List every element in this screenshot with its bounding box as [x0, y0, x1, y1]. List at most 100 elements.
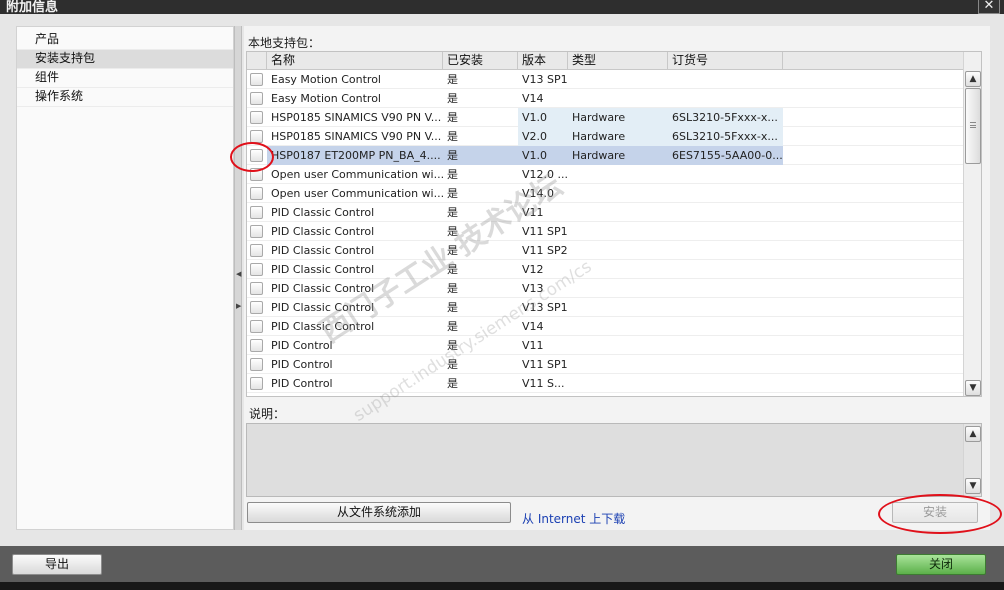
- scroll-down-icon[interactable]: ▼: [965, 380, 981, 396]
- cell-installed: 是: [447, 377, 458, 390]
- cell-installed: 是: [447, 168, 458, 181]
- table-row[interactable]: PID Classic Control 是 V13: [247, 279, 965, 298]
- install-button[interactable]: 安装: [892, 502, 978, 523]
- cell-name: HSP0185 SINAMICS V90 PN V...: [271, 111, 442, 124]
- table-row[interactable]: HSP0185 SINAMICS V90 PN V... 是 V2.0 Hardwar…: [247, 127, 965, 146]
- header-version[interactable]: 版本: [518, 52, 568, 70]
- package-checkbox[interactable]: [250, 282, 263, 295]
- package-checkbox[interactable]: [250, 263, 263, 276]
- nav-item-os[interactable]: 操作系统: [17, 87, 233, 106]
- package-checkbox[interactable]: [250, 168, 263, 181]
- header-order-number[interactable]: 订货号: [668, 52, 783, 70]
- package-checkbox[interactable]: [250, 244, 263, 257]
- cell-order: 6ES7155-5AA00-0...: [668, 146, 783, 165]
- cell-version: V11: [522, 339, 544, 352]
- header-name[interactable]: 名称: [267, 52, 443, 70]
- table-scrollbar[interactable]: ▲ ▼: [963, 52, 981, 396]
- table-row[interactable]: PID Classic Control 是 V11: [247, 203, 965, 222]
- local-packages-label: 本地支持包：: [248, 36, 321, 50]
- desc-scroll-down-icon[interactable]: ▼: [965, 478, 981, 494]
- collapse-left-icon[interactable]: ◀: [236, 270, 241, 278]
- cell-type: [568, 70, 668, 89]
- package-checkbox[interactable]: [250, 92, 263, 105]
- panel-splitter[interactable]: ◀ ▶: [234, 26, 242, 530]
- package-checkbox[interactable]: [250, 149, 263, 162]
- package-checkbox[interactable]: [250, 377, 263, 390]
- package-checkbox[interactable]: [250, 130, 263, 143]
- description-scrollbar[interactable]: ▲ ▼: [963, 424, 981, 496]
- description-box: ▲ ▼: [246, 423, 982, 497]
- cell-name: Open user Communication wi...: [271, 168, 443, 181]
- table-row[interactable]: PID Control 是 V11 SP1: [247, 355, 965, 374]
- packages-table: 名称 已安装 版本 类型 订货号 Easy Motion Control 是 V13…: [246, 51, 982, 397]
- package-checkbox[interactable]: [250, 320, 263, 333]
- bottom-strip: [0, 582, 1004, 590]
- cell-version: V14: [522, 320, 544, 333]
- window-title: 附加信息: [6, 0, 59, 15]
- package-checkbox[interactable]: [250, 301, 263, 314]
- table-row[interactable]: PID Classic Control 是 V12: [247, 260, 965, 279]
- cell-installed: 是: [447, 130, 458, 143]
- cell-installed: 是: [447, 111, 458, 124]
- cell-order: [668, 298, 783, 317]
- scroll-thumb[interactable]: [965, 88, 981, 164]
- cell-version: V14.0: [522, 187, 555, 200]
- package-checkbox[interactable]: [250, 187, 263, 200]
- package-checkbox[interactable]: [250, 111, 263, 124]
- table-row[interactable]: Easy Motion Control 是 V13 SP1: [247, 70, 965, 89]
- table-row[interactable]: PID Classic Control 是 V13 SP1: [247, 298, 965, 317]
- cell-version: V12: [522, 263, 544, 276]
- table-row[interactable]: Easy Motion Control 是 V14: [247, 89, 965, 108]
- package-checkbox[interactable]: [250, 225, 263, 238]
- cell-installed: 是: [443, 146, 518, 165]
- cell-installed: 是: [447, 244, 458, 257]
- expand-right-icon[interactable]: ▶: [236, 302, 241, 310]
- cell-type: [568, 355, 668, 374]
- cell-version: V11: [522, 206, 544, 219]
- cell-type: [568, 279, 668, 298]
- scroll-up-icon[interactable]: ▲: [965, 71, 981, 87]
- table-row[interactable]: PID Control 是 V11 S...: [247, 374, 965, 393]
- package-checkbox[interactable]: [250, 339, 263, 352]
- cell-order: [668, 279, 783, 298]
- cell-name: PID Classic Control: [271, 282, 375, 295]
- nav-item-components[interactable]: 组件: [17, 68, 233, 87]
- cell-type: [568, 241, 668, 260]
- cell-version: V14: [522, 92, 544, 105]
- header-type[interactable]: 类型: [568, 52, 668, 70]
- add-from-filesystem-button[interactable]: 从文件系统添加: [247, 502, 511, 523]
- desc-scroll-up-icon[interactable]: ▲: [965, 426, 981, 442]
- table-row[interactable]: HSP0187 ET200MP PN_BA_4.... 是 V1.0 Hardware…: [247, 146, 965, 165]
- table-row[interactable]: PID Control 是 V11: [247, 336, 965, 355]
- cell-version: V11 S...: [522, 377, 565, 390]
- cell-type: [568, 165, 668, 184]
- cell-type: [568, 336, 668, 355]
- table-row[interactable]: Open user Communication wi... 是 V12.0 ...: [247, 165, 965, 184]
- table-row[interactable]: PID Classic Control 是 V11 SP1: [247, 222, 965, 241]
- table-row[interactable]: HSP0185 SINAMICS V90 PN V... 是 V1.0 Hardwar…: [247, 108, 965, 127]
- table-row[interactable]: PID Classic Control 是 V14: [247, 317, 965, 336]
- close-button[interactable]: 关闭: [896, 554, 986, 575]
- package-checkbox[interactable]: [250, 73, 263, 86]
- download-from-internet-link[interactable]: 从 Internet 上下载: [522, 510, 625, 527]
- cell-name: PID Control: [271, 339, 333, 352]
- table-row[interactable]: PID Classic Control 是 V11 SP2: [247, 241, 965, 260]
- nav-item-products[interactable]: 产品: [17, 30, 233, 49]
- package-checkbox[interactable]: [250, 358, 263, 371]
- nav-item-support-packages[interactable]: 安装支持包: [17, 49, 233, 68]
- cell-installed: 是: [447, 263, 458, 276]
- cell-type: [568, 260, 668, 279]
- dialog-body: 产品 安装支持包 组件 操作系统 ◀ ▶ 本地支持包： 名称 已安装 版本 类型…: [0, 14, 1004, 546]
- table-row[interactable]: Open user Communication wi... 是 V14.0: [247, 184, 965, 203]
- cell-name: HSP0187 ET200MP PN_BA_4....: [267, 146, 443, 165]
- export-button[interactable]: 导出: [12, 554, 102, 575]
- header-installed[interactable]: 已安装: [443, 52, 518, 70]
- cell-installed: 是: [447, 187, 458, 200]
- cell-version: V1.0: [518, 108, 568, 127]
- close-icon[interactable]: ✕: [978, 0, 1000, 14]
- package-checkbox[interactable]: [250, 206, 263, 219]
- cell-name: PID Control: [271, 358, 333, 371]
- cell-name: HSP0185 SINAMICS V90 PN V...: [271, 130, 442, 143]
- cell-name: PID Classic Control: [271, 320, 375, 333]
- cell-type: [568, 184, 668, 203]
